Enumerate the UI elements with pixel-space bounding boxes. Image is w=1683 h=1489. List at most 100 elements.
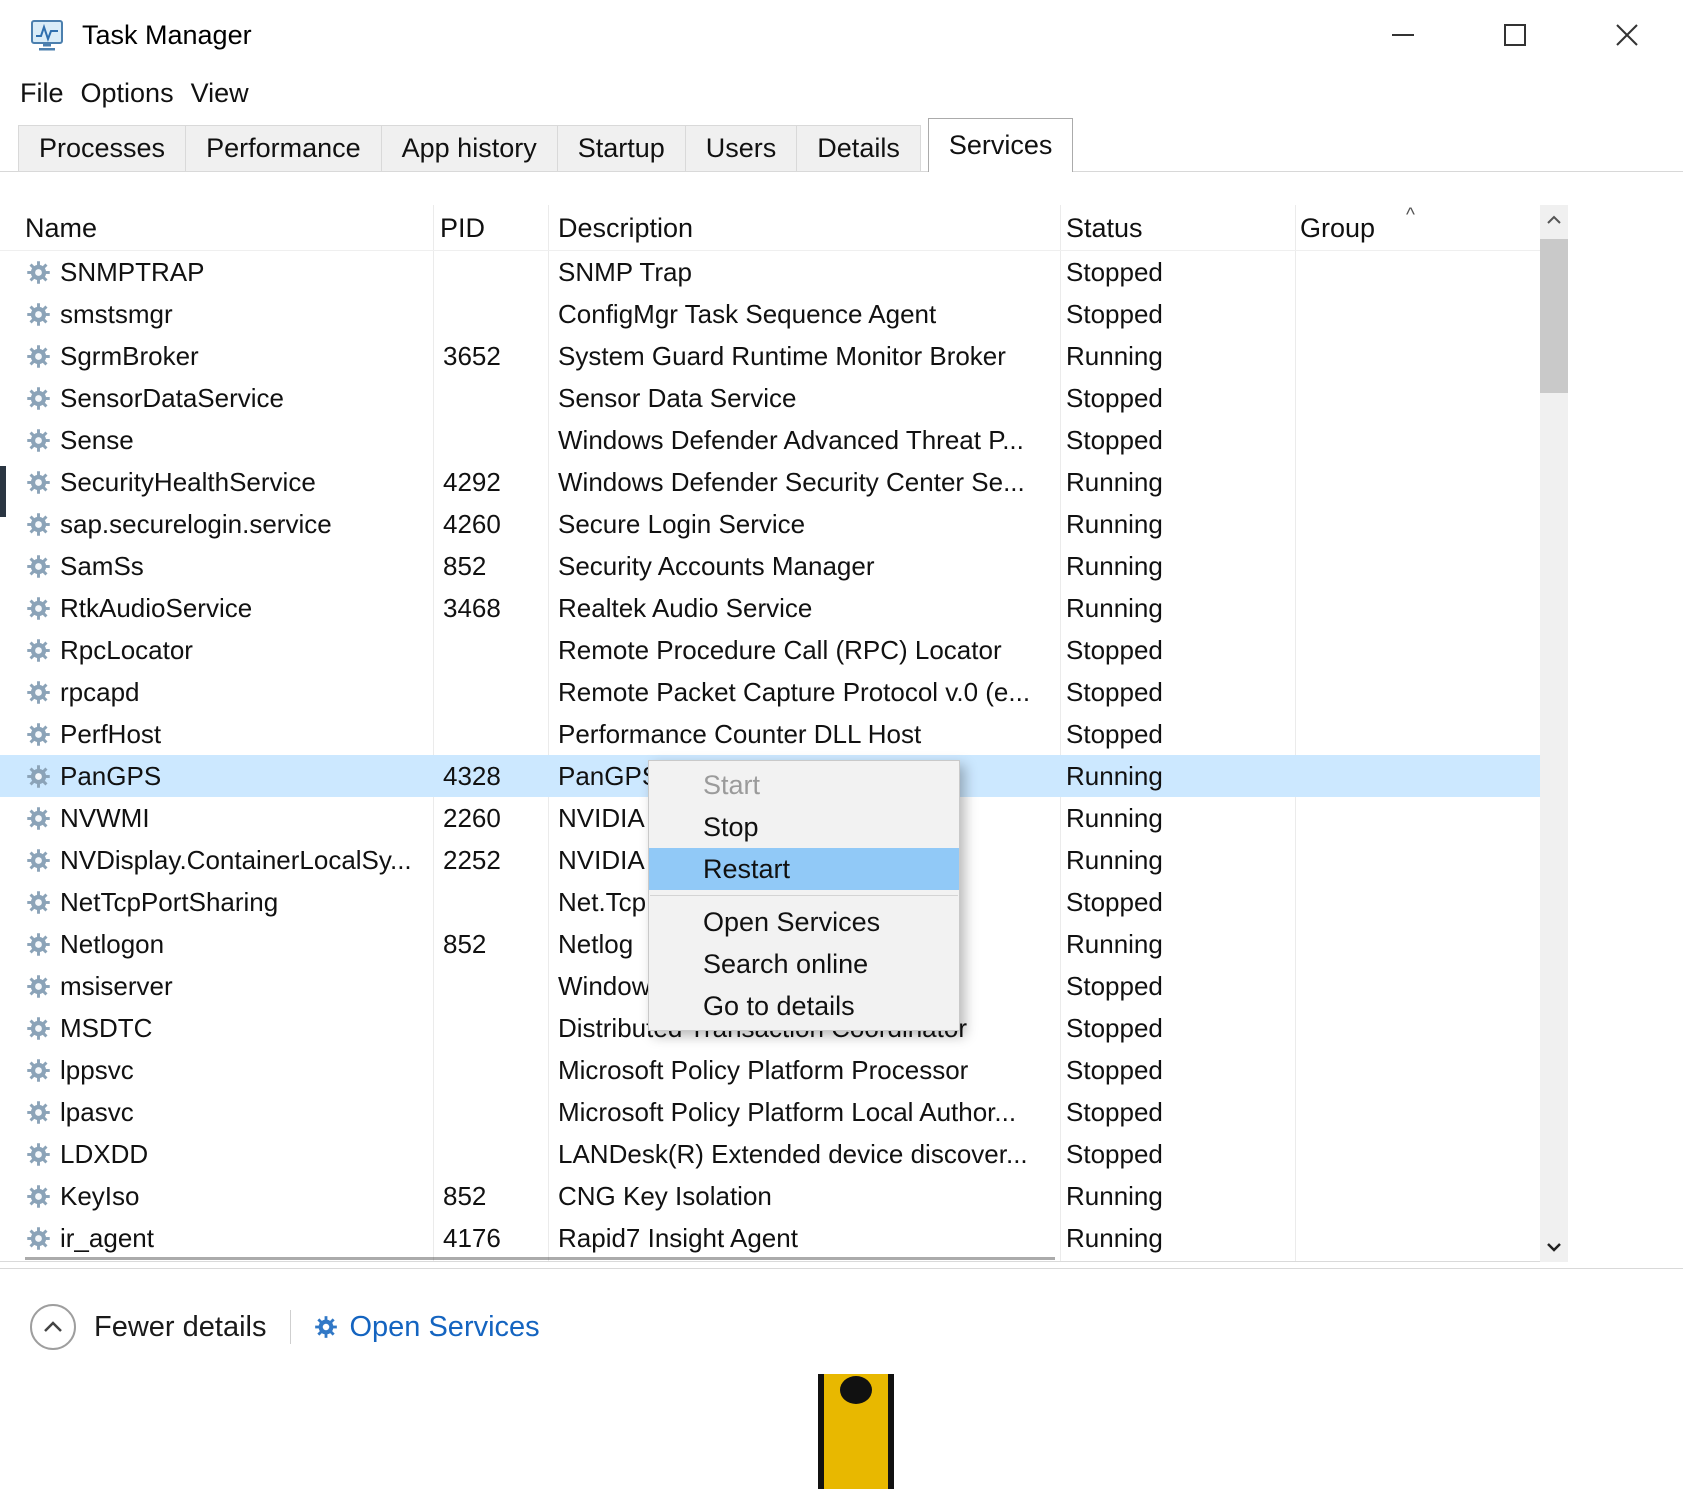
service-name: SecurityHealthService [60,467,316,498]
service-row[interactable]: SecurityHealthService 4292 Windows Defen… [0,461,1540,503]
service-row[interactable]: Sense Windows Defender Advanced Threat P… [0,419,1540,461]
context-menu-item-open-services[interactable]: Open Services [649,901,959,943]
service-status: Stopped [1060,971,1295,1002]
tab-performance[interactable]: Performance [185,125,382,172]
service-row[interactable]: SNMPTRAP SNMP Trap Stopped [0,251,1540,293]
service-name: KeyIso [60,1181,140,1212]
fewer-details-button[interactable]: Fewer details [0,1304,266,1350]
service-status: Running [1060,1223,1295,1254]
service-status: Running [1060,341,1295,372]
service-row[interactable]: ir_agent 4176 Rapid7 Insight Agent Runni… [0,1217,1540,1259]
context-menu-item-restart[interactable]: Restart [649,848,959,890]
service-name: smstsmgr [60,299,173,330]
service-name: MSDTC [60,1013,152,1044]
service-status: Stopped [1060,1139,1295,1170]
service-description: Sensor Data Service [548,383,1060,414]
services-list: Name PID Description Status Group ^ SNMP… [0,205,1568,1262]
services-gear-icon [313,1314,339,1340]
service-gear-icon [25,1015,52,1042]
service-status: Stopped [1060,719,1295,750]
open-services-link[interactable]: Open Services [291,1311,539,1344]
service-row[interactable]: rpcapd Remote Packet Capture Protocol v.… [0,671,1540,713]
service-row[interactable]: RtkAudioService 3468 Realtek Audio Servi… [0,587,1540,629]
column-header-group[interactable]: Group [1300,213,1375,244]
service-gear-icon [25,427,52,454]
service-status: Running [1060,551,1295,582]
service-status: Stopped [1060,299,1295,330]
service-row[interactable]: SensorDataService Sensor Data Service St… [0,377,1540,419]
row-name-cell: NVDisplay.ContainerLocalSy... [0,845,433,876]
service-row[interactable]: KeyIso 852 CNG Key Isolation Running [0,1175,1540,1217]
column-header-description[interactable]: Description [558,213,693,244]
service-row[interactable]: lppsvc Microsoft Policy Platform Process… [0,1049,1540,1091]
service-status: Running [1060,803,1295,834]
service-status: Running [1060,929,1295,960]
menubar-item-options[interactable]: Options [81,78,174,109]
service-row[interactable]: LDXDD LANDesk(R) Extended device discove… [0,1133,1540,1175]
vertical-scrollbar [1540,205,1568,1262]
service-row[interactable]: RpcLocator Remote Procedure Call (RPC) L… [0,629,1540,671]
menubar-item-view[interactable]: View [191,78,249,109]
context-menu-item-go-to-details[interactable]: Go to details [649,985,959,1027]
service-name: lpasvc [60,1097,134,1128]
service-gear-icon [25,1057,52,1084]
service-description: Remote Packet Capture Protocol v.0 (e... [548,677,1060,708]
menubar-item-file[interactable]: File [20,78,64,109]
window-title: Task Manager [82,20,252,51]
service-status: Running [1060,761,1295,792]
service-pid: 2260 [433,803,548,834]
service-status: Stopped [1060,1055,1295,1086]
tab-users[interactable]: Users [685,125,798,172]
footer-divider [0,1268,1683,1269]
service-name: NVDisplay.ContainerLocalSy... [60,845,412,876]
context-menu-item-search-online[interactable]: Search online [649,943,959,985]
service-name: SgrmBroker [60,341,199,372]
service-gear-icon [25,763,52,790]
service-row[interactable]: lpasvc Microsoft Policy Platform Local A… [0,1091,1540,1133]
row-name-cell: SNMPTRAP [0,257,433,288]
service-description: ConfigMgr Task Sequence Agent [548,299,1060,330]
context-menu-item-start: Start [649,764,959,806]
service-name: ir_agent [60,1223,154,1254]
maximize-button[interactable] [1459,0,1571,70]
close-button[interactable] [1571,0,1683,70]
service-pid: 4328 [433,761,548,792]
service-row[interactable]: SamSs 852 Security Accounts Manager Runn… [0,545,1540,587]
scrollbar-thumb[interactable] [1540,239,1568,393]
service-gear-icon [25,259,52,286]
tab-services[interactable]: Services [928,118,1074,172]
service-row[interactable]: smstsmgr ConfigMgr Task Sequence Agent S… [0,293,1540,335]
service-row[interactable]: SgrmBroker 3652 System Guard Runtime Mon… [0,335,1540,377]
tab-startup[interactable]: Startup [557,125,686,172]
column-header-status[interactable]: Status [1066,213,1143,244]
service-pid: 4260 [433,509,548,540]
service-description: Performance Counter DLL Host [548,719,1060,750]
service-description: Microsoft Policy Platform Local Author..… [548,1097,1060,1128]
service-row[interactable]: PerfHost Performance Counter DLL Host St… [0,713,1540,755]
service-rows: SNMPTRAP SNMP Trap Stopped smstsmgr Conf… [0,251,1540,1259]
service-pid: 3468 [433,593,548,624]
context-menu-item-stop[interactable]: Stop [649,806,959,848]
titlebar: Task Manager [0,0,1683,70]
service-pid: 852 [433,929,548,960]
window-controls [1347,0,1683,70]
row-name-cell: PanGPS [0,761,433,792]
scrollbar-down-button[interactable] [1540,1232,1568,1262]
service-gear-icon [25,931,52,958]
menubar: File Options View [0,70,266,116]
minimize-button[interactable] [1347,0,1459,70]
task-manager-window: Task Manager FileOptionsView ProcessesPe… [0,0,1683,1489]
tab-details[interactable]: Details [796,125,921,172]
tab-processes[interactable]: Processes [18,125,186,172]
row-name-cell: RtkAudioService [0,593,433,624]
service-gear-icon [25,721,52,748]
service-row[interactable]: sap.securelogin.service 4260 Secure Logi… [0,503,1540,545]
service-gear-icon [25,595,52,622]
service-name: rpcapd [60,677,140,708]
column-header-pid[interactable]: PID [440,213,485,244]
column-header-name[interactable]: Name [25,213,97,244]
service-status: Stopped [1060,887,1295,918]
scrollbar-up-button[interactable] [1540,205,1568,235]
service-name: Netlogon [60,929,164,960]
tab-app-history[interactable]: App history [381,125,558,172]
